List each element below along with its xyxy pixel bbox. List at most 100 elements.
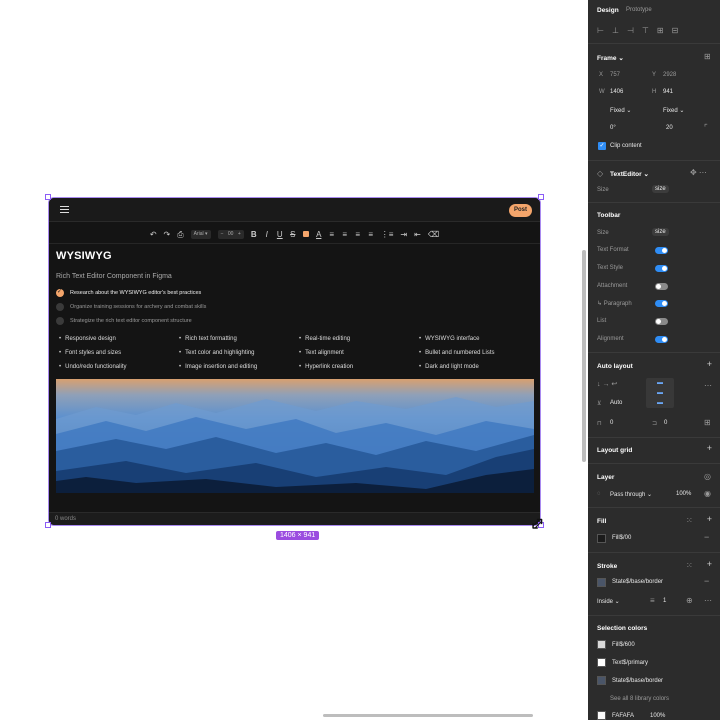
direction-icons[interactable]: ↓ → ↩: [597, 380, 617, 388]
gap-mode[interactable]: Auto: [610, 400, 622, 406]
align-right-icon[interactable]: ≡: [355, 230, 361, 240]
strikethrough-icon[interactable]: S: [290, 230, 296, 240]
resize-handle[interactable]: [45, 194, 51, 200]
frame-section-title[interactable]: Frame ⌄: [597, 54, 624, 62]
paragraph-toggle[interactable]: [655, 300, 668, 307]
plus-icon[interactable]: +: [707, 514, 712, 524]
horizontal-scrollbar[interactable]: [323, 714, 533, 717]
more-icon[interactable]: ⋯: [704, 596, 712, 605]
remove-icon[interactable]: −: [704, 576, 709, 586]
color-opacity[interactable]: 100%: [650, 713, 665, 719]
outdent-icon[interactable]: ⇤: [414, 230, 421, 240]
align-tools-icon[interactable]: ⊢⊥⊣⊤⊞⊟: [597, 26, 686, 35]
text-format-toggle[interactable]: [655, 247, 668, 254]
document-subtitle[interactable]: Rich Text Editor Component in Figma: [56, 273, 533, 280]
stroke-token[interactable]: State$/base/border: [612, 579, 663, 585]
rotation-field[interactable]: 0°: [610, 125, 616, 131]
padding-settings-icon[interactable]: ⊞: [704, 418, 711, 427]
document-body[interactable]: WYSIWYG Rich Text Editor Component in Fi…: [56, 250, 533, 328]
see-all-colors-link[interactable]: See all 8 library colors: [610, 696, 669, 702]
checkbox-checked-icon[interactable]: ✓: [598, 142, 606, 150]
align-left-icon[interactable]: ≡: [329, 230, 335, 240]
color-token[interactable]: Fill$/600: [612, 642, 635, 648]
font-size-value[interactable]: 00: [228, 231, 234, 237]
text-style-toggle[interactable]: [655, 265, 668, 272]
size-select[interactable]: size: [652, 185, 669, 193]
redo-icon[interactable]: ↷: [164, 230, 171, 240]
text-color-icon[interactable]: A: [316, 230, 322, 240]
plus-icon[interactable]: +: [238, 231, 241, 237]
checkbox-checked-icon[interactable]: [56, 288, 64, 297]
y-field[interactable]: 2928: [663, 72, 676, 78]
print-icon[interactable]: ⎙: [177, 230, 183, 240]
font-size-stepper[interactable]: − 00 +: [217, 230, 244, 239]
tab-design[interactable]: Design: [597, 7, 619, 14]
frame-icon[interactable]: ⊞: [704, 52, 711, 61]
padding-horizontal-field[interactable]: 0: [610, 420, 613, 426]
component-actions-icon[interactable]: ✥ ⋯: [690, 168, 707, 177]
hamburger-menu-icon[interactable]: [60, 206, 69, 213]
stroke-weight-field[interactable]: 1: [663, 598, 666, 604]
width-mode-select[interactable]: Fixed ⌄: [610, 107, 631, 114]
underline-icon[interactable]: U: [277, 230, 283, 240]
opacity-field[interactable]: 100%: [676, 491, 691, 497]
undo-icon[interactable]: ↶: [150, 230, 157, 240]
stroke-swatch[interactable]: [597, 578, 606, 587]
tab-prototype[interactable]: Prototype: [626, 7, 652, 13]
numbered-list-icon[interactable]: ⋮≡: [381, 230, 394, 240]
corner-radius-field[interactable]: 20: [666, 125, 673, 131]
clear-format-icon[interactable]: ⌫: [428, 230, 439, 240]
component-name[interactable]: TextEditor ⌄: [610, 170, 649, 178]
font-select[interactable]: Arial ▾: [190, 230, 211, 239]
color-swatch[interactable]: [597, 711, 606, 720]
color-swatch[interactable]: [597, 658, 606, 667]
vertical-scrollbar[interactable]: [582, 250, 586, 462]
style-grid-icon[interactable]: ⁙: [686, 561, 693, 570]
color-hex[interactable]: FAFAFA: [612, 713, 634, 719]
remove-icon[interactable]: −: [704, 532, 709, 542]
fill-token[interactable]: Fill$/00: [612, 535, 631, 541]
color-token[interactable]: Text$/primary: [612, 660, 648, 666]
align-justify-icon[interactable]: ≡: [368, 230, 374, 240]
mountain-landscape-image[interactable]: [56, 379, 534, 493]
list-toggle[interactable]: [655, 318, 668, 325]
indent-icon[interactable]: ⇥: [400, 230, 407, 240]
eye-icon[interactable]: ◉: [704, 489, 711, 498]
resize-handle[interactable]: [538, 194, 544, 200]
toolbar-size-select[interactable]: size: [652, 228, 669, 236]
plus-icon[interactable]: +: [707, 559, 712, 569]
align-center-icon[interactable]: ≡: [342, 230, 348, 240]
layer-options-icon[interactable]: ◎: [704, 472, 711, 481]
more-icon[interactable]: ⋯: [704, 381, 712, 390]
padding-vertical-field[interactable]: 0: [664, 420, 667, 426]
minus-icon[interactable]: −: [221, 231, 224, 237]
color-swatch[interactable]: [597, 676, 606, 685]
style-grid-icon[interactable]: ⁙: [686, 516, 693, 525]
plus-icon[interactable]: +: [707, 443, 712, 453]
fill-swatch[interactable]: [597, 534, 606, 543]
x-field[interactable]: 757: [610, 72, 620, 78]
checkbox-icon[interactable]: [56, 303, 64, 311]
corners-icon[interactable]: ⌜: [704, 123, 708, 132]
design-canvas[interactable]: Post ↶ ↷ ⎙ Arial ▾ − 00 + B I U S A ≡ ≡ …: [0, 0, 588, 720]
document-title[interactable]: WYSIWYG: [56, 250, 533, 262]
checkbox-icon[interactable]: [56, 317, 64, 325]
stroke-position-select[interactable]: Inside ⌄: [597, 598, 620, 605]
plus-icon[interactable]: +: [707, 359, 712, 369]
alignment-grid-icon[interactable]: ▬ ▬ ▬: [646, 378, 674, 408]
text-editor-frame[interactable]: Post ↶ ↷ ⎙ Arial ▾ − 00 + B I U S A ≡ ≡ …: [48, 197, 541, 526]
color-token[interactable]: State$/base/border: [612, 678, 663, 684]
color-swatch[interactable]: [597, 640, 606, 649]
todo-item[interactable]: Strategize the rich text editor componen…: [56, 314, 533, 328]
attachment-toggle[interactable]: [655, 283, 668, 290]
alignment-toggle[interactable]: [655, 336, 668, 343]
height-field[interactable]: 941: [663, 89, 673, 95]
stroke-settings-icon[interactable]: ⊕: [686, 596, 693, 605]
resize-handle[interactable]: [45, 522, 51, 528]
height-mode-select[interactable]: Fixed ⌄: [663, 107, 684, 114]
width-field[interactable]: 1406: [610, 89, 623, 95]
todo-item[interactable]: Organize training sessions for archery a…: [56, 300, 533, 314]
todo-item[interactable]: Research about the WYSIWYG editor's best…: [56, 286, 533, 300]
highlight-color-icon[interactable]: [302, 230, 309, 240]
bold-icon[interactable]: B: [251, 230, 257, 240]
